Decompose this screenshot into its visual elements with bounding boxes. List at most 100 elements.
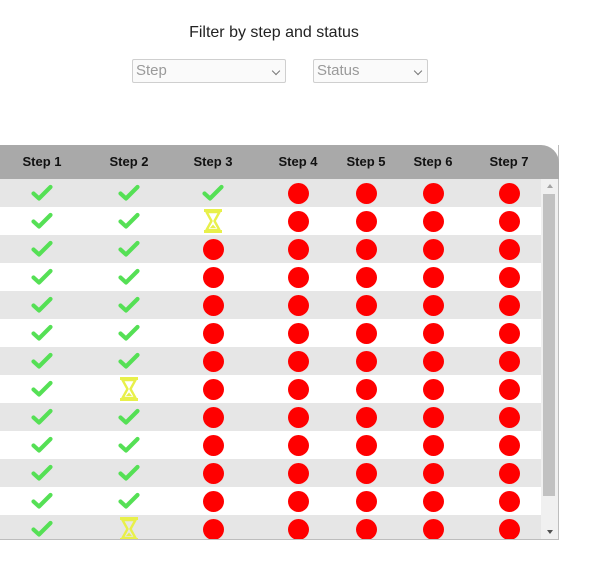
status-cell (114, 319, 144, 347)
status-cell (114, 431, 144, 459)
status-cell (27, 179, 57, 207)
table-row[interactable] (0, 459, 541, 487)
status-select[interactable]: Status (313, 59, 428, 83)
status-cell (418, 263, 448, 291)
hourglass-icon (118, 516, 140, 539)
check-icon (31, 520, 53, 538)
status-cell (494, 235, 524, 263)
red-dot-icon (355, 378, 377, 400)
table-row[interactable] (0, 403, 541, 431)
status-cell (351, 431, 381, 459)
scroll-down-button[interactable] (541, 525, 558, 539)
table-row[interactable] (0, 207, 541, 235)
red-dot-icon (202, 350, 224, 372)
status-cell (114, 375, 144, 403)
red-dot-icon (287, 266, 309, 288)
check-icon (118, 324, 140, 342)
status-cell (27, 431, 57, 459)
red-dot-icon (355, 210, 377, 232)
status-cell (198, 179, 228, 207)
status-cell (418, 431, 448, 459)
table-row[interactable] (0, 263, 541, 291)
red-dot-icon (287, 406, 309, 428)
status-cell (114, 403, 144, 431)
column-header[interactable]: Step 3 (173, 145, 253, 179)
status-cell (351, 235, 381, 263)
status-cell (198, 375, 228, 403)
status-cell (198, 487, 228, 515)
red-dot-icon (422, 518, 444, 539)
status-cell (283, 487, 313, 515)
status-cell (198, 347, 228, 375)
red-dot-icon (498, 210, 520, 232)
red-dot-icon (287, 378, 309, 400)
status-cell (351, 487, 381, 515)
column-header[interactable]: Step 2 (89, 145, 169, 179)
column-header[interactable]: Step 1 (2, 145, 82, 179)
status-cell (27, 459, 57, 487)
scrollbar-thumb[interactable] (543, 194, 555, 496)
red-dot-icon (202, 294, 224, 316)
table-row[interactable] (0, 179, 541, 207)
status-cell (418, 375, 448, 403)
status-cell (114, 207, 144, 235)
scroll-up-button[interactable] (541, 179, 558, 193)
table-row[interactable] (0, 515, 541, 539)
table-row[interactable] (0, 319, 541, 347)
table-row[interactable] (0, 487, 541, 515)
red-dot-icon (422, 238, 444, 260)
status-cell (351, 347, 381, 375)
column-header[interactable]: Step 6 (393, 145, 473, 179)
status-cell (114, 235, 144, 263)
check-icon (31, 352, 53, 370)
status-cell (494, 319, 524, 347)
red-dot-icon (287, 294, 309, 316)
status-cell (494, 291, 524, 319)
check-icon (31, 296, 53, 314)
status-cell (114, 515, 144, 539)
status-cell (418, 235, 448, 263)
status-cell (494, 347, 524, 375)
red-dot-icon (355, 462, 377, 484)
table-row[interactable] (0, 235, 541, 263)
check-icon (31, 184, 53, 202)
status-cell (27, 403, 57, 431)
table-row[interactable] (0, 431, 541, 459)
hourglass-icon (202, 208, 224, 234)
status-cell (351, 319, 381, 347)
red-dot-icon (287, 210, 309, 232)
table-row[interactable] (0, 291, 541, 319)
check-icon (118, 240, 140, 258)
red-dot-icon (202, 322, 224, 344)
red-dot-icon (355, 182, 377, 204)
red-dot-icon (202, 434, 224, 456)
table-row[interactable] (0, 375, 541, 403)
check-icon (118, 352, 140, 370)
status-cell (418, 459, 448, 487)
status-cell (114, 291, 144, 319)
table-row[interactable] (0, 347, 541, 375)
status-cell (418, 319, 448, 347)
status-cell (283, 263, 313, 291)
status-cell (114, 459, 144, 487)
red-dot-icon (498, 350, 520, 372)
red-dot-icon (422, 350, 444, 372)
status-cell (27, 375, 57, 403)
status-cell (418, 291, 448, 319)
status-table: Step 1 Step 2 Step 3 Step 4 Step 5 Step 6 Step… (0, 145, 559, 540)
column-header[interactable]: Step 7 (469, 145, 549, 179)
status-cell (351, 207, 381, 235)
status-cell (27, 487, 57, 515)
status-cell (418, 487, 448, 515)
red-dot-icon (498, 434, 520, 456)
step-select[interactable]: Step (132, 59, 286, 83)
red-dot-icon (422, 406, 444, 428)
red-dot-icon (287, 518, 309, 539)
status-cell (418, 347, 448, 375)
red-dot-icon (202, 490, 224, 512)
check-icon (31, 324, 53, 342)
hourglass-icon (118, 376, 140, 402)
step-select-value: Step (136, 62, 167, 79)
red-dot-icon (202, 518, 224, 539)
vertical-scrollbar[interactable] (541, 179, 558, 539)
